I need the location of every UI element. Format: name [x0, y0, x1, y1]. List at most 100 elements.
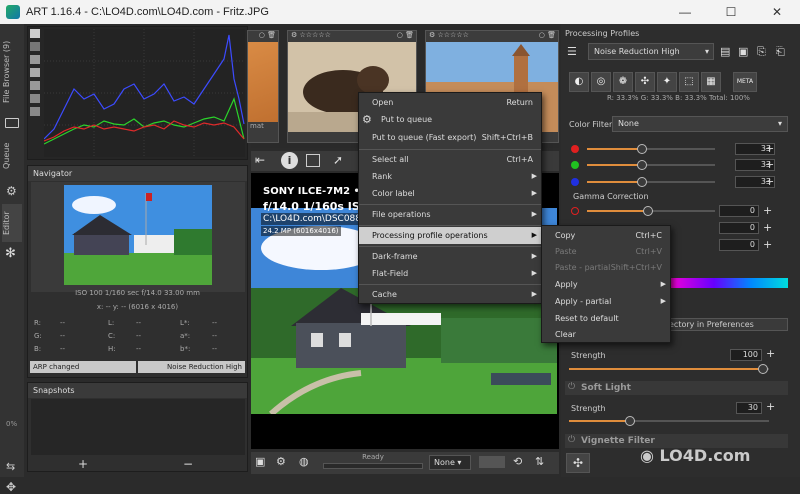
hide-panel-icon[interactable]: ⇤ [255, 153, 265, 167]
soft-strength-increment[interactable]: + [766, 400, 775, 413]
submenu-item-apply-partial[interactable]: Apply - partial ▶ [542, 293, 670, 310]
strength-increment[interactable]: + [766, 347, 775, 360]
soft-strength-value[interactable]: 30 [736, 402, 762, 414]
status-right: Noise Reduction High [138, 361, 245, 373]
navigator-exif: ISO 100 1/160 sec f/14.0 33.00 mm [75, 289, 200, 297]
share-icon[interactable]: ⇆ [6, 460, 15, 473]
navigator-title: Navigator [28, 166, 247, 181]
move-icon[interactable]: ✥ [6, 480, 16, 494]
green-slider[interactable]: 33 + [565, 158, 795, 172]
globe-icon: ◉ [640, 446, 654, 465]
copy-profile-icon[interactable]: ⎘ [757, 45, 766, 59]
menu-item-processing-profile-operations[interactable]: Processing profile operations ▶ [359, 227, 541, 244]
minimize-button[interactable]: — [662, 0, 708, 24]
crop-tool-icon[interactable]: ✣ [566, 453, 590, 473]
histogram-toggle-buttons[interactable] [30, 29, 40, 139]
exposure-tab-icon[interactable]: ◐ [569, 72, 589, 92]
gamma-label: Gamma Correction [573, 192, 649, 201]
local-tab-icon[interactable]: ✣ [635, 72, 655, 92]
menu-item-put-to-queue-fast[interactable]: Put to queue (Fast export) Shift+Ctrl+B [359, 129, 541, 146]
menu-item-put-to-queue[interactable]: ⚙ Put to queue [359, 111, 541, 128]
menu-item-file-operations[interactable]: File operations ▶ [359, 206, 541, 223]
menu-item-dark-frame[interactable]: Dark-frame ▶ [359, 248, 541, 265]
open-profile-icon[interactable]: ▤ [720, 45, 730, 58]
soft-strength-label: Strength [571, 404, 606, 413]
submenu-item-apply[interactable]: Apply ▶ [542, 276, 670, 293]
watermark-logo: ◉ LO4D.com [640, 446, 751, 465]
queue-gear-icon[interactable]: ⚙ [276, 455, 286, 468]
before-after-icon[interactable] [306, 154, 320, 167]
pointer-icon[interactable]: ➚ [333, 153, 343, 167]
status-ready: Ready [362, 453, 384, 461]
meta-tab-icon[interactable]: META [733, 72, 757, 92]
soft-strength-slider[interactable] [565, 414, 795, 428]
detail-tab-icon[interactable]: ◎ [591, 72, 611, 92]
effects-tab-icon[interactable]: ✦ [657, 72, 677, 92]
flip-icon[interactable]: ⇅ [535, 455, 544, 468]
profiles-title: Processing Profiles [565, 29, 640, 38]
maximize-button[interactable]: ☐ [708, 0, 754, 24]
blue-slider[interactable]: 33 + [565, 175, 795, 189]
thumbnail-label: mat [250, 122, 264, 130]
aperture-icon: ✻ [5, 246, 16, 261]
color-filter-label: Color Filter: [569, 120, 615, 129]
strength-value[interactable]: 100 [730, 349, 762, 361]
vignette-power-icon[interactable]: ⏻ [568, 435, 575, 445]
navigator-preview-area [31, 182, 245, 292]
submenu-item-paste-partial[interactable]: Paste - partial Shift+Ctrl+V [542, 259, 670, 276]
transform-tab-icon[interactable]: ⬚ [679, 72, 699, 92]
color-tab-icon[interactable]: ❁ [613, 72, 633, 92]
pixel-values: R: -- L: -- L*: -- G: -- C: -- a*: -- B: -- H: -… [34, 319, 218, 353]
submenu-item-reset[interactable]: Reset to default [542, 310, 670, 327]
rotate-icon[interactable]: ⟲ [513, 455, 522, 468]
submenu-item-copy[interactable]: Copy Ctrl+C [542, 227, 670, 244]
tab-queue[interactable]: Queue [2, 136, 22, 176]
submenu-item-clear[interactable]: Clear [542, 326, 670, 343]
info-icon[interactable]: i [281, 152, 298, 169]
soft-light-section[interactable]: Soft Light [565, 381, 788, 395]
menu-item-rank[interactable]: Rank ▶ [359, 168, 541, 185]
tab-editor[interactable]: Editor [2, 204, 22, 242]
profile-submenu: Copy Ctrl+C Paste Ctrl+V Paste - partial Sh… [541, 225, 671, 343]
submenu-item-paste[interactable]: Paste Ctrl+V [542, 243, 670, 260]
app-logo-icon [6, 5, 20, 19]
menu-item-color-label[interactable]: Color label ▶ [359, 185, 541, 202]
raw-tab-icon[interactable]: ▦ [701, 72, 721, 92]
navigator-panel: Navigator ISO 100 1/160 sec f/14.0 33.00… [27, 165, 248, 378]
power-icon[interactable]: ⏻ [568, 382, 575, 392]
snapshots-title: Snapshots [28, 383, 247, 398]
snapshots-list[interactable] [31, 399, 245, 455]
bottom-toolbar: ▣ ⚙ ◍ Ready None ▾ ⟲ ⇅ [251, 452, 559, 474]
color-swatch[interactable] [479, 456, 505, 468]
context-menu: Open Return ⚙ Put to queue Put to queue (F… [358, 92, 542, 304]
paste-profile-icon[interactable]: ⎗ [776, 45, 785, 59]
progress-percent: 0% [6, 420, 18, 428]
external-editor-icon[interactable]: ◍ [299, 455, 309, 468]
red-slider[interactable]: 33 + [565, 142, 795, 156]
thumbnail-item[interactable]: ○ 🗑 mat [247, 30, 279, 143]
progress-bar [323, 463, 423, 469]
save-profile-icon[interactable]: ▣ [738, 45, 748, 58]
left-tab-strip: File Browser (9) Queue ⚙ Editor ✻ 0% ⇆ ✥ [0, 24, 24, 494]
navigator-thumbnail[interactable] [64, 185, 212, 285]
menu-item-open[interactable]: Open Return [359, 94, 541, 111]
gear-icon: ⚙ [6, 184, 17, 198]
menu-item-flat-field[interactable]: Flat-Field ▶ [359, 265, 541, 282]
snapshots-panel: Snapshots + − [27, 382, 248, 472]
close-button[interactable]: ✕ [754, 0, 800, 24]
menu-item-select-all[interactable]: Select all Ctrl+A [359, 151, 541, 168]
profile-dropdown[interactable]: Noise Reduction High ▾ [588, 43, 714, 60]
strength-slider[interactable] [565, 362, 795, 376]
remove-snapshot-button[interactable]: − [163, 457, 213, 471]
title-bar: ART 1.16.4 - C:\LO4D.com\LO4D.com - Frit… [0, 0, 800, 24]
zoom-dropdown[interactable]: None ▾ [429, 455, 471, 470]
profile-menu-icon[interactable]: ☰ [567, 45, 577, 58]
save-icon[interactable]: ▣ [255, 455, 265, 468]
blue-dot-icon [571, 178, 579, 186]
gamma-red-slider[interactable]: 0 + [565, 204, 795, 218]
tab-file-browser[interactable]: File Browser (9) [2, 30, 22, 114]
add-snapshot-button[interactable]: + [58, 457, 108, 471]
color-filter-dropdown[interactable]: None ▾ [612, 116, 788, 132]
menu-item-cache[interactable]: Cache ▶ [359, 286, 541, 303]
queue-gear-icon: ⚙ [362, 113, 372, 126]
